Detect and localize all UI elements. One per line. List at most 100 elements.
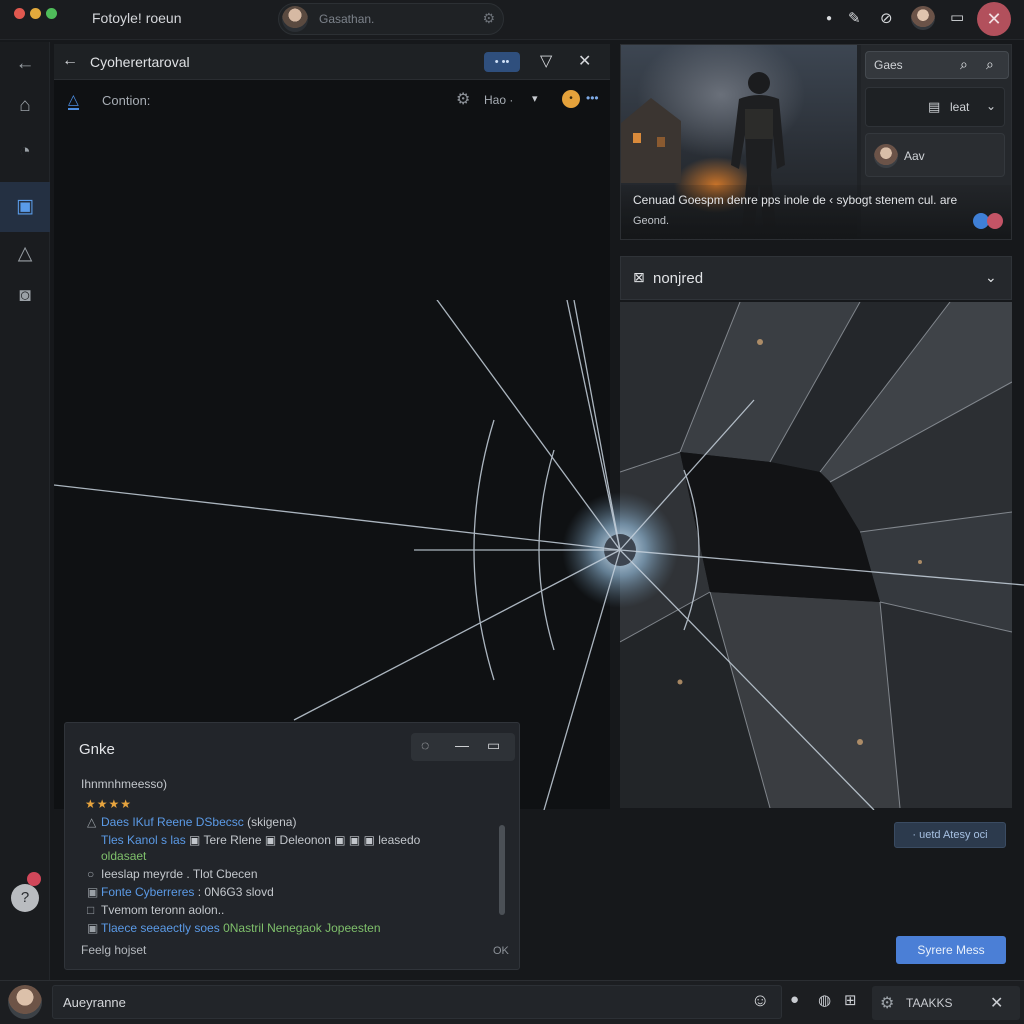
chat-link-text[interactable]: Fonte Cyberreres xyxy=(101,885,194,899)
settings-icon[interactable]: ⚙ xyxy=(482,10,495,27)
chat-line: ▣ Fonte Cyberreres : 0N6G3 slovd xyxy=(87,885,274,899)
media-icon[interactable]: ▣ xyxy=(0,182,50,232)
left-rail: ← ⌂ ◔ ▣ △ ◙ xyxy=(0,42,50,982)
status-badge[interactable]: • xyxy=(562,90,580,108)
chat-text: : 0N6G3 slovd xyxy=(194,885,274,899)
minimize-icon[interactable]: — xyxy=(455,737,469,753)
popout-icon[interactable]: ▭ xyxy=(487,737,500,754)
window-zoom-dot[interactable] xyxy=(46,8,57,19)
chat-toolbar: ◌ — ▭ xyxy=(411,733,515,761)
chat-panel: Gnke ◌ — ▭ Ihnmnhmeesso) ★★★★ △ Daes IKuf… xyxy=(64,722,520,970)
filter-icon[interactable]: ▽ xyxy=(540,51,552,71)
home-icon[interactable]: ⌂ xyxy=(0,84,50,128)
avatar[interactable] xyxy=(8,985,42,1019)
ok-label[interactable]: OK xyxy=(493,945,509,957)
chat-icon[interactable]: ◍ xyxy=(818,991,831,1009)
main-title: Cyoherertaroval xyxy=(90,54,190,70)
chat-line: Tles Kanol s las ▣ Tere Rlene ▣ Deleonon… xyxy=(101,833,420,847)
window-close-dot[interactable] xyxy=(14,8,25,19)
rating-stars: ★★★★ xyxy=(85,797,133,811)
search-icon[interactable]: ⌕ xyxy=(960,56,968,73)
chevron-down-icon: ⌄ xyxy=(986,99,997,113)
app-window: Fotoyle! roeun Gasathan. ⚙ ● ✎ ⊘ ▭ ✕ ← ⌂… xyxy=(0,0,1024,1024)
chat-title: Gnke xyxy=(79,741,115,758)
chat-link-text[interactable]: Tlaece seeaectly soes xyxy=(101,921,220,935)
chat-link-text[interactable]: Daes IKuf Reene DSbecsc xyxy=(101,815,244,829)
chat-line: ▣ Tlaece seeaectly soes 0Nastril Nenegaok… xyxy=(87,921,381,935)
grid-icon[interactable]: ⊞ xyxy=(844,991,857,1009)
help-icon[interactable]: ? xyxy=(11,884,39,912)
hero-user-row[interactable]: Aav xyxy=(865,133,1005,177)
user-avatar[interactable] xyxy=(911,6,935,30)
more-pill-button[interactable]: • •• xyxy=(484,52,520,72)
tasks-label: TAAKKS xyxy=(906,996,953,1010)
alert-icon[interactable]: △ xyxy=(0,232,50,276)
bottom-bar: Aueyranne ☺ ● ◍ ⊞ ⚙ TAAKKS ✕ xyxy=(0,980,1024,1024)
chat-line: □ Tvemom teronn aolon.. xyxy=(87,903,224,917)
chat-line: △ Daes IKuf Reene DSbecsc (skigena) xyxy=(87,815,296,829)
select-value: leat xyxy=(950,100,970,114)
notification-badge xyxy=(27,872,41,886)
primary-button[interactable]: Syrere Mess xyxy=(896,936,1006,964)
emoji-icon[interactable]: ☺ xyxy=(751,990,769,1011)
close-icon[interactable]: ✕ xyxy=(977,2,1011,36)
chat-link-text[interactable]: Tles Kanol s las xyxy=(101,833,186,847)
hero-caption: Cenuad Goespm denre pps inole de ‹ sybog… xyxy=(621,185,1011,239)
chevron-down-icon[interactable]: ⌄ xyxy=(985,269,997,286)
dot-icon[interactable]: ● xyxy=(826,13,832,24)
hero-card: Gaes ⌕ ⌕ ▤ leat ⌄ Aav Cenuad Goespm denr… xyxy=(620,44,1012,240)
content-label: Contion: xyxy=(102,93,151,108)
minimize-icon[interactable]: ▭ xyxy=(950,8,964,26)
warning-icon[interactable]: △ xyxy=(68,91,79,110)
chat-text: ▣ Tere Rlene ▣ Deleonon ▣ ▣ ▣ leasedo xyxy=(185,833,421,847)
search-placeholder: Gasathan. xyxy=(319,12,375,26)
chat-text: (skigena) xyxy=(243,815,297,829)
shattered-glass-shards xyxy=(620,302,1012,808)
chat-line: ○ Ieeslap meyrde . Tlot Cbecen xyxy=(87,867,258,881)
window-minimize-dot[interactable] xyxy=(30,8,41,19)
section-header[interactable]: ⊠ nonjred ⌄ xyxy=(620,256,1012,300)
more-icon[interactable]: ••• xyxy=(586,91,599,105)
chat-body: Ihnmnhmeesso) ★★★★ △ Daes IKuf Reene DSbe… xyxy=(65,767,521,937)
global-search[interactable]: Gasathan. ⚙ xyxy=(278,3,504,35)
message-input-value: Aueyranne xyxy=(63,995,126,1010)
gear-icon[interactable]: ⚙ xyxy=(456,89,470,109)
user-name: Aav xyxy=(904,149,925,163)
hero-select[interactable]: ▤ leat ⌄ xyxy=(865,87,1005,127)
chevron-down-icon[interactable]: ▾ xyxy=(532,92,538,105)
gear-icon: ⚙ xyxy=(880,995,895,1012)
main-pane: ← Cyoherertaroval • •• ▽ ✕ △ Contion: ⚙ … xyxy=(54,44,610,809)
back-icon[interactable]: ← xyxy=(0,42,50,86)
record-icon[interactable]: ● xyxy=(790,991,799,1008)
chat-heading: Ihnmnhmeesso) xyxy=(81,777,168,791)
image-icon: ⊠ xyxy=(633,269,645,285)
camera-icon[interactable]: ◙ xyxy=(0,274,50,318)
chat-line: oldasaet xyxy=(101,849,146,863)
main-header: ← Cyoherertaroval • •• ▽ ✕ xyxy=(54,44,610,80)
caption-line: Cenuad Goespm denre pps inole de ‹ sybog… xyxy=(633,193,958,207)
message-input[interactable]: Aueyranne ☺ xyxy=(52,985,782,1019)
block-icon[interactable]: ⊘ xyxy=(880,9,893,27)
bullet-icon: ▣ xyxy=(87,921,99,935)
chat-text: 0Nastril Nenegaok Jopeesten xyxy=(219,921,381,935)
back-arrow-icon[interactable]: ← xyxy=(62,52,78,70)
refresh-icon[interactable]: ◌ xyxy=(421,737,429,753)
list-icon: ▤ xyxy=(928,99,941,114)
avatar xyxy=(874,144,898,168)
zoom-icon[interactable]: ⌕ xyxy=(986,56,994,73)
chat-text: oldasaet xyxy=(101,849,147,863)
like-icon[interactable] xyxy=(987,213,1003,229)
close-icon[interactable]: ✕ xyxy=(578,51,591,71)
history-icon[interactable]: ◔ xyxy=(0,130,50,174)
mode-dropdown[interactable]: Hao · xyxy=(484,93,513,107)
tool-icon[interactable]: ✎ xyxy=(848,9,861,27)
close-icon[interactable]: ✕ xyxy=(990,993,1003,1013)
chat-text: Ieeslap meyrde . Tlot Cbecen xyxy=(101,867,258,881)
secondary-button[interactable]: · uetd Atesy oci xyxy=(894,822,1006,848)
avatar xyxy=(282,6,308,32)
scrollbar[interactable] xyxy=(499,825,505,915)
bullet-icon: △ xyxy=(87,815,97,829)
tasks-button[interactable]: ⚙ TAAKKS ✕ xyxy=(872,986,1020,1020)
shattered-panel xyxy=(620,302,1012,808)
hero-search[interactable]: Gaes ⌕ ⌕ xyxy=(865,51,1009,79)
